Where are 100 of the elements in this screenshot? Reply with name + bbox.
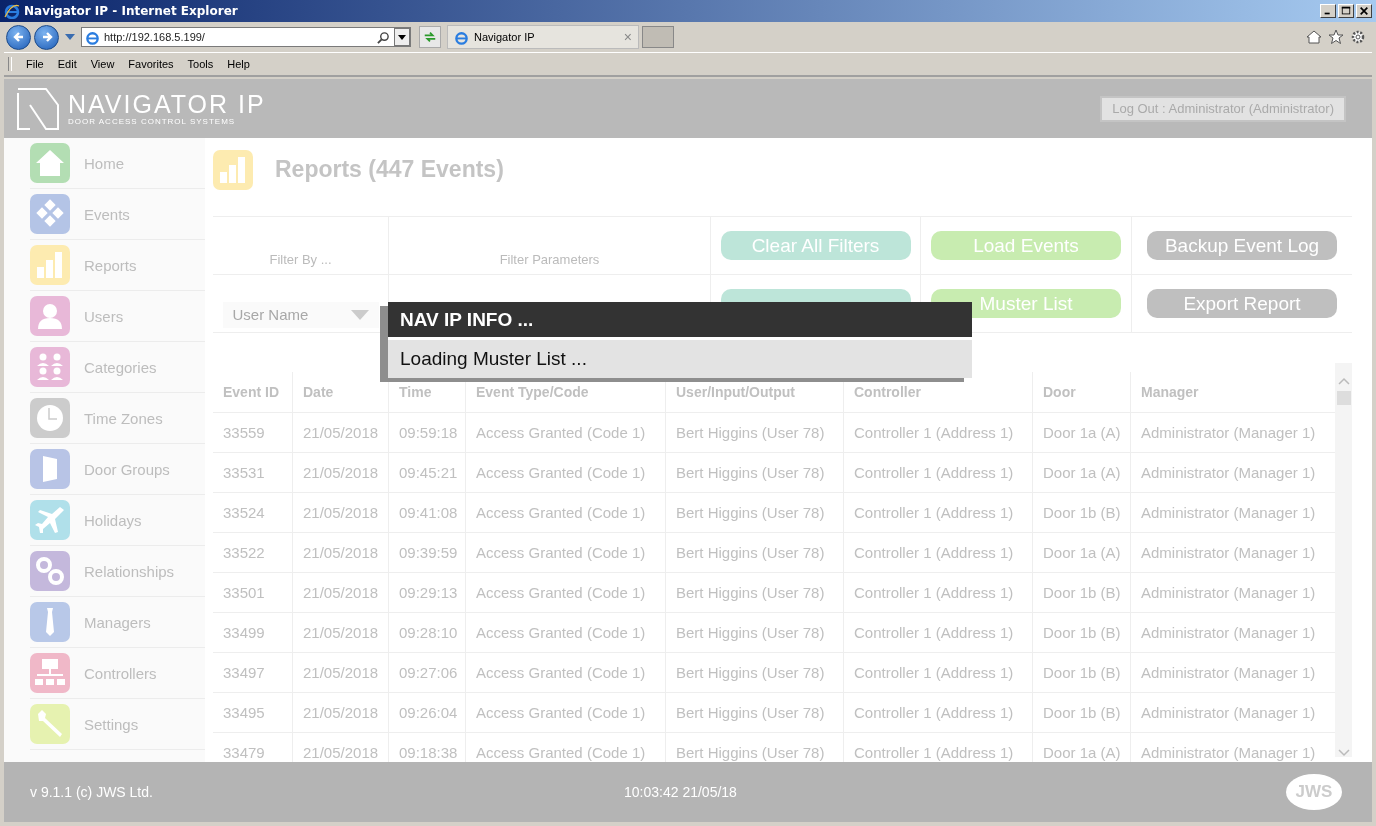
refresh-button[interactable]	[419, 26, 441, 48]
window-title: Navigator IP - Internet Explorer	[24, 4, 238, 18]
table-cell-text: 33531	[222, 463, 266, 483]
table-cell: Bert Higgins (User 78)	[665, 453, 843, 492]
table-cell: 09:28:10	[388, 613, 465, 652]
sidebar-item[interactable]: Door Groups	[30, 444, 205, 495]
filter-dropdown[interactable]: User Name	[222, 301, 379, 328]
forward-button[interactable]	[34, 24, 59, 50]
table-cell: 21/05/2018	[292, 653, 388, 692]
menu-item[interactable]: Favorites	[128, 58, 174, 70]
dropdown-button[interactable]	[394, 28, 410, 46]
table-cell: 21/05/2018	[292, 693, 388, 732]
minimize-button[interactable]	[1320, 4, 1336, 18]
table-cell: Door 1b (B)	[1032, 653, 1130, 692]
menu-item[interactable]: Edit	[57, 58, 77, 70]
table-cell: Bert Higgins (User 78)	[665, 493, 843, 532]
sidebar-item[interactable]: Categories	[30, 342, 205, 393]
table-cell: 21/05/2018	[292, 573, 388, 612]
maximize-icon	[1341, 6, 1351, 16]
table-cell: 21/05/2018	[292, 533, 388, 572]
table-cell-text: 33499	[222, 623, 266, 643]
sidebar-item[interactable]: Controllers	[30, 648, 205, 699]
table-cell: Door 1a (A)	[1032, 413, 1130, 452]
caret-icon	[350, 309, 369, 320]
sidebar-item[interactable]: Reports	[30, 240, 205, 291]
close-icon	[1359, 6, 1369, 16]
table-cell: Controller 1 (Address 1)	[843, 573, 1032, 612]
page-title: Reports (447 Events)	[275, 156, 504, 183]
table-cell: Controller 1 (Address 1)	[843, 653, 1032, 692]
sidebar-item[interactable]: Holidays	[30, 495, 205, 546]
table-cell-text: 33479	[222, 743, 266, 762]
sidebar-item[interactable]: Settings	[30, 699, 205, 750]
action-button[interactable]: Export Report	[1147, 289, 1337, 318]
table-cell: 09:29:13	[388, 573, 465, 612]
table-cell: Door 1b (B)	[1032, 493, 1130, 532]
dialog-title: NAV IP INFO ...	[400, 308, 534, 331]
browser-logo-icon	[85, 29, 100, 45]
action-button[interactable]: Clear All Filters	[720, 231, 911, 260]
browser-logo-icon	[4, 3, 20, 19]
table-cell: Controller 1 (Address 1)	[843, 693, 1032, 732]
table-cell-text: 33495	[222, 703, 266, 723]
table-cell: Bert Higgins (User 78)	[665, 573, 843, 612]
sidebar-item[interactable]: Relationships	[30, 546, 205, 597]
table-cell: Access Granted (Code 1)	[465, 413, 665, 452]
column-header[interactable]: Door	[1032, 372, 1130, 412]
brand-logo-icon	[16, 86, 60, 131]
menu-item[interactable]: Tools	[187, 58, 214, 70]
table-cell-text: 33559	[222, 423, 266, 443]
sidebar-item[interactable]: Users	[30, 291, 205, 342]
arrows-icon	[423, 30, 437, 44]
table-cell-text: 33522	[222, 543, 266, 563]
brand-tagline: DOOR ACCESS CONTROL SYSTEMS	[68, 117, 237, 126]
tab-close-button[interactable]: ×	[623, 29, 632, 45]
table-cell: Bert Higgins (User 78)	[665, 653, 843, 692]
caret-icon	[398, 34, 406, 40]
sidebar-item[interactable]: Events	[30, 189, 205, 240]
sidebar-item[interactable]: Time Zones	[30, 393, 205, 444]
table-cell: Access Granted (Code 1)	[465, 533, 665, 572]
back-button[interactable]	[6, 24, 31, 50]
menu-item[interactable]: Help	[227, 58, 250, 70]
action-button[interactable]: Backup Event Log	[1147, 231, 1337, 260]
table-cell: Door 1b (B)	[1032, 693, 1130, 732]
table-cell: Door 1b (B)	[1032, 613, 1130, 652]
menu-item[interactable]: File	[26, 58, 44, 70]
table-cell: Access Granted (Code 1)	[465, 493, 665, 532]
table-cell: Controller 1 (Address 1)	[843, 493, 1032, 532]
sidebar-item[interactable]: Home	[30, 138, 205, 189]
table-cell: 21/05/2018	[292, 613, 388, 652]
table-cell: Door 1a (A)	[1032, 533, 1130, 572]
table-cell: 21/05/2018	[292, 493, 388, 532]
browser-tab[interactable]: Navigator IP ×	[447, 25, 639, 49]
settings-icon[interactable]	[1350, 29, 1366, 45]
table-cell: Controller 1 (Address 1)	[843, 453, 1032, 492]
logout-button[interactable]: Log Out : Administrator (Administrator)	[1100, 95, 1346, 122]
action-button[interactable]: Load Events	[931, 231, 1121, 260]
menu-item[interactable]: View	[90, 58, 115, 70]
sidebar-item[interactable]: Managers	[30, 597, 205, 648]
table-cell: Door 1b (B)	[1032, 573, 1130, 612]
table-cell: Access Granted (Code 1)	[465, 653, 665, 692]
scrollbar[interactable]	[1335, 363, 1352, 757]
search-icon[interactable]	[377, 30, 390, 44]
table-cell: 21/05/2018	[292, 413, 388, 452]
history-dropdown-icon[interactable]	[65, 34, 75, 40]
table-cell: Door 1a (A)	[1032, 453, 1130, 492]
table-cell-text: 33497	[222, 663, 266, 683]
close-button[interactable]	[1356, 4, 1372, 18]
table-cell: Bert Higgins (User 78)	[665, 693, 843, 732]
table-cell-text: 33524	[222, 503, 266, 523]
home-icon[interactable]	[1306, 29, 1322, 45]
maximize-button[interactable]	[1338, 4, 1354, 18]
star-icon[interactable]	[1328, 29, 1344, 45]
filter-by-label: Filter By ...	[269, 252, 332, 267]
table-cell: Access Granted (Code 1)	[465, 693, 665, 732]
scroll-thumb[interactable]	[1336, 391, 1351, 405]
table-cell: 09:26:04	[388, 693, 465, 732]
table-cell: 09:27:06	[388, 653, 465, 692]
table-cell: 09:45:21	[388, 453, 465, 492]
table-cell-text: 33501	[222, 583, 266, 603]
address-bar[interactable]: http://192.168.5.199/	[81, 27, 411, 47]
column-header[interactable]: Event ID	[213, 372, 292, 412]
